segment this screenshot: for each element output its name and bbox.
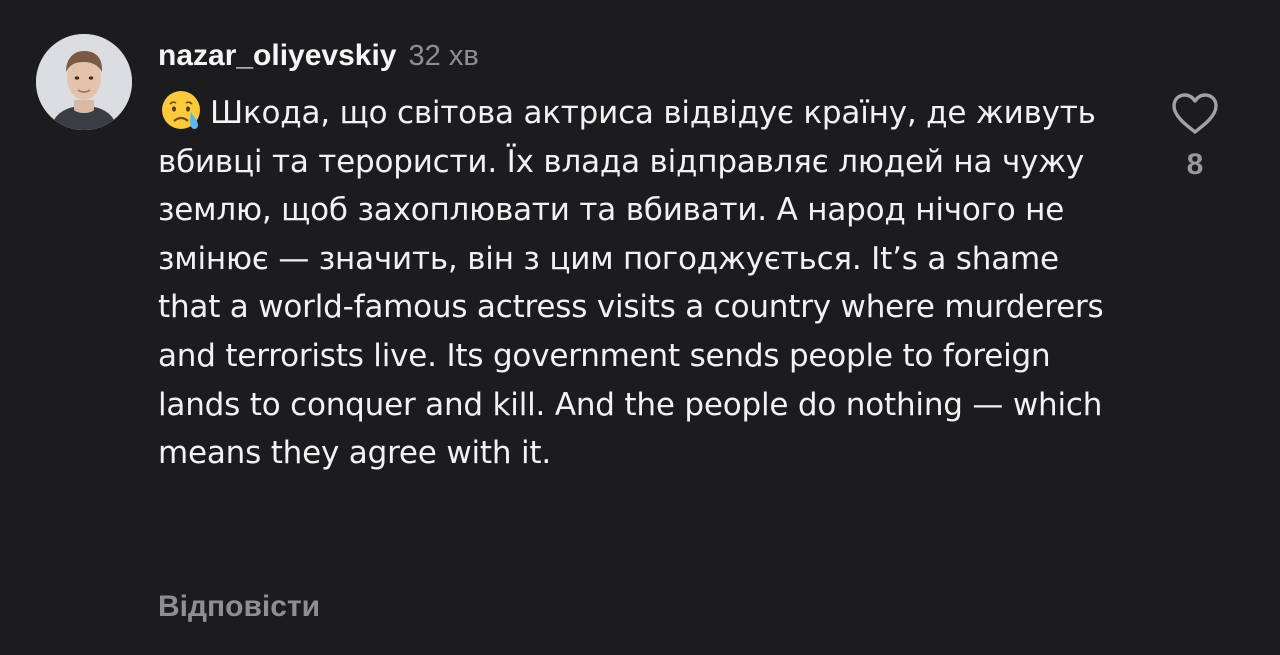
comment: nazar_oliyevskiy 32 хв Шкода, що світова… — [0, 0, 1280, 655]
avatar-photo — [36, 34, 132, 130]
like-count: 8 — [1186, 148, 1204, 181]
comment-header: nazar_oliyevskiy 32 хв — [158, 36, 479, 76]
username[interactable]: nazar_oliyevskiy — [158, 39, 397, 73]
heart-outline-icon[interactable] — [1170, 92, 1220, 136]
like-button[interactable]: 8 — [1167, 92, 1223, 202]
avatar[interactable] — [36, 34, 132, 130]
crying-face-emoji-icon — [162, 91, 200, 129]
reply-button[interactable]: Відповісти — [158, 590, 320, 624]
comment-text: Шкода, що світова актриса відвідує країн… — [158, 95, 1104, 472]
timestamp: 32 хв — [408, 39, 479, 72]
comment-body: Шкода, що світова актриса відвідує країн… — [158, 88, 1118, 478]
